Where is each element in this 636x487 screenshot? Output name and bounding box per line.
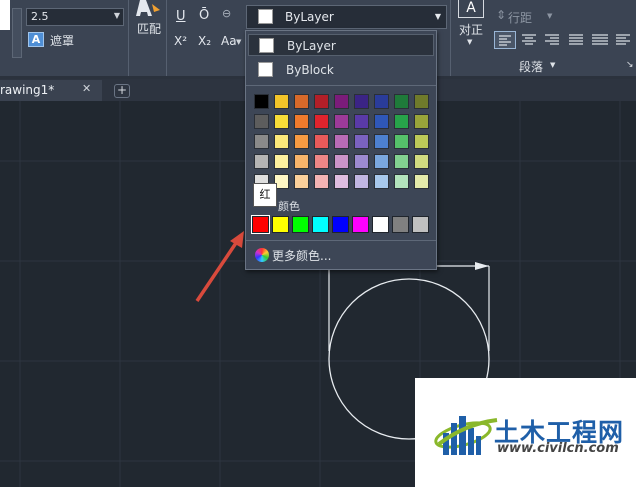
index-color-swatch[interactable] (312, 216, 329, 233)
color-swatch-icon (258, 9, 273, 24)
index-color-swatch[interactable] (392, 216, 409, 233)
watermark-logo: 土木工程网 www.civilcn.com (415, 378, 636, 487)
index-color-swatch[interactable] (292, 216, 309, 233)
text-height-value: 2.5 (31, 10, 49, 23)
color-select[interactable]: ByLayer ▼ (246, 5, 447, 29)
mask-label[interactable]: 遮罩 (50, 32, 74, 49)
justify-chevron-down-icon[interactable]: ▼ (467, 38, 472, 46)
change-case-button[interactable]: Aa (221, 34, 237, 48)
justify-label[interactable]: 对正 (459, 21, 483, 38)
distribute-icon[interactable] (590, 32, 610, 51)
index-color-swatch[interactable] (412, 216, 429, 233)
watermark-url: www.civilcn.com (497, 441, 619, 456)
line-spacing-chevron-down-icon[interactable]: ▼ (547, 12, 552, 20)
left-input-edge[interactable] (0, 0, 10, 30)
match-properties-icon[interactable] (136, 0, 162, 20)
index-color-red-swatch[interactable] (251, 215, 270, 234)
paragraph-chevron-down-icon[interactable]: ▼ (550, 61, 555, 69)
more-colors-option[interactable]: 更多颜色... (252, 246, 432, 264)
color-chevron-down-icon[interactable]: ▼ (435, 12, 441, 21)
case-chevron-down-icon[interactable]: ▼ (236, 38, 241, 46)
color-select-value: ByLayer (285, 10, 334, 24)
underline-button[interactable]: U (176, 9, 186, 24)
justify-text-icon[interactable] (566, 32, 586, 51)
line-spacing-label[interactable]: 行距 (508, 9, 532, 26)
align-center-icon[interactable] (519, 32, 539, 51)
superscript-button[interactable]: X² (174, 34, 187, 48)
align-right-icon[interactable] (542, 32, 562, 51)
divider (246, 240, 436, 241)
overline-button[interactable]: Ō (199, 8, 209, 23)
index-color-swatch[interactable] (272, 216, 289, 233)
index-color-swatch[interactable] (372, 216, 389, 233)
text-height-input[interactable]: 2.5 ▼ (26, 8, 124, 26)
tab-drawing1[interactable]: rawing1* ✕ (0, 80, 102, 101)
color-dropdown: ByLayer ByBlock 颜色 更多颜色... (245, 30, 437, 270)
color-wheel-icon (255, 248, 269, 262)
color-tooltip: 红 (253, 183, 277, 207)
subscript-button[interactable]: X₂ (198, 34, 211, 48)
strikethrough-icon[interactable]: ⊖ (222, 7, 231, 20)
align-left-icon[interactable] (494, 31, 516, 49)
left-dropdown-stub[interactable] (12, 8, 22, 58)
index-color-swatch[interactable] (332, 216, 349, 233)
index-color-row (246, 31, 436, 271)
tab-drawing1-label: rawing1* (0, 83, 55, 97)
more-colors-label: 更多颜色... (272, 249, 332, 263)
align-extra-icon[interactable] (613, 32, 633, 51)
match-label[interactable]: 匹配 (137, 20, 161, 37)
chevron-down-icon[interactable]: ▼ (114, 11, 120, 20)
paragraph-panel-label[interactable]: 段落 (519, 58, 543, 75)
index-color-swatch[interactable] (352, 216, 369, 233)
new-tab-button[interactable]: + (114, 84, 130, 98)
line-spacing-icon[interactable]: ⇕ (496, 8, 506, 22)
mask-icon[interactable]: A (28, 32, 44, 47)
justify-icon[interactable]: A (458, 0, 484, 18)
close-icon[interactable]: ✕ (82, 82, 91, 95)
panel-launcher-icon[interactable]: ↘ (626, 60, 634, 70)
